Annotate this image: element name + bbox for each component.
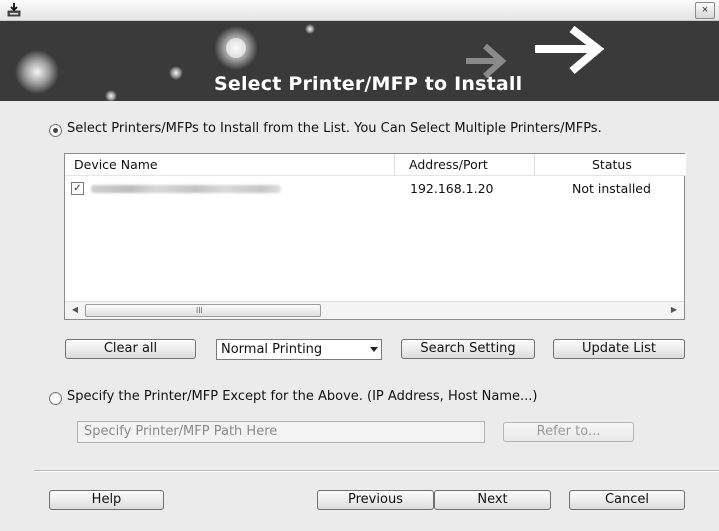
column-header-status[interactable]: Status xyxy=(535,154,686,176)
title-bar: × xyxy=(0,0,719,21)
scroll-grip-icon: III xyxy=(196,306,203,315)
installer-window: × Select Printer/MFP to Install Select P… xyxy=(0,0,719,531)
column-header-device-name[interactable]: Device Name xyxy=(65,154,395,176)
next-button[interactable]: Next xyxy=(434,490,551,510)
scroll-right-arrow-icon[interactable]: ▶ xyxy=(668,304,680,316)
device-address: 192.168.1.20 xyxy=(410,181,494,196)
device-row[interactable]: ✓ 192.168.1.20 Not installed xyxy=(65,180,684,198)
option-specify-path-label[interactable]: Specify the Printer/MFP Except for the A… xyxy=(67,389,538,404)
clear-all-button[interactable]: Clear all xyxy=(65,339,196,359)
header-banner: Select Printer/MFP to Install xyxy=(0,21,719,101)
close-button[interactable]: × xyxy=(695,2,715,19)
search-setting-button[interactable]: Search Setting xyxy=(401,339,535,359)
column-header-address-port[interactable]: Address/Port xyxy=(395,154,535,176)
option-select-from-list-label[interactable]: Select Printers/MFPs to Install from the… xyxy=(67,121,602,136)
printing-mode-value: Normal Printing xyxy=(221,342,323,357)
update-list-button[interactable]: Update List xyxy=(553,339,685,359)
device-status: Not installed xyxy=(572,181,651,196)
horizontal-scrollbar[interactable]: ◀ III ▶ xyxy=(65,301,684,319)
scroll-thumb[interactable]: III xyxy=(85,304,321,317)
dialog-title: Select Printer/MFP to Install xyxy=(214,73,523,95)
refer-to-button[interactable]: Refer to... xyxy=(503,422,634,442)
device-name-redacted xyxy=(91,185,281,193)
option-specify-path-radio[interactable] xyxy=(49,392,62,405)
previous-button[interactable]: Previous xyxy=(317,490,434,510)
cancel-button[interactable]: Cancel xyxy=(569,490,685,510)
dropdown-arrow-icon[interactable] xyxy=(370,347,378,352)
device-list[interactable]: Device Name Address/Port Status ✓ 192.16… xyxy=(64,153,686,320)
scroll-left-arrow-icon[interactable]: ◀ xyxy=(69,304,81,316)
device-row-checkbox[interactable]: ✓ xyxy=(71,182,84,195)
installer-app-icon xyxy=(7,3,21,17)
help-button[interactable]: Help xyxy=(49,490,164,510)
option-select-from-list-radio[interactable] xyxy=(49,124,62,137)
printing-mode-select[interactable]: Normal Printing xyxy=(216,339,382,360)
printer-path-input[interactable]: Specify Printer/MFP Path Here xyxy=(77,421,485,443)
footer-separator xyxy=(34,470,719,472)
